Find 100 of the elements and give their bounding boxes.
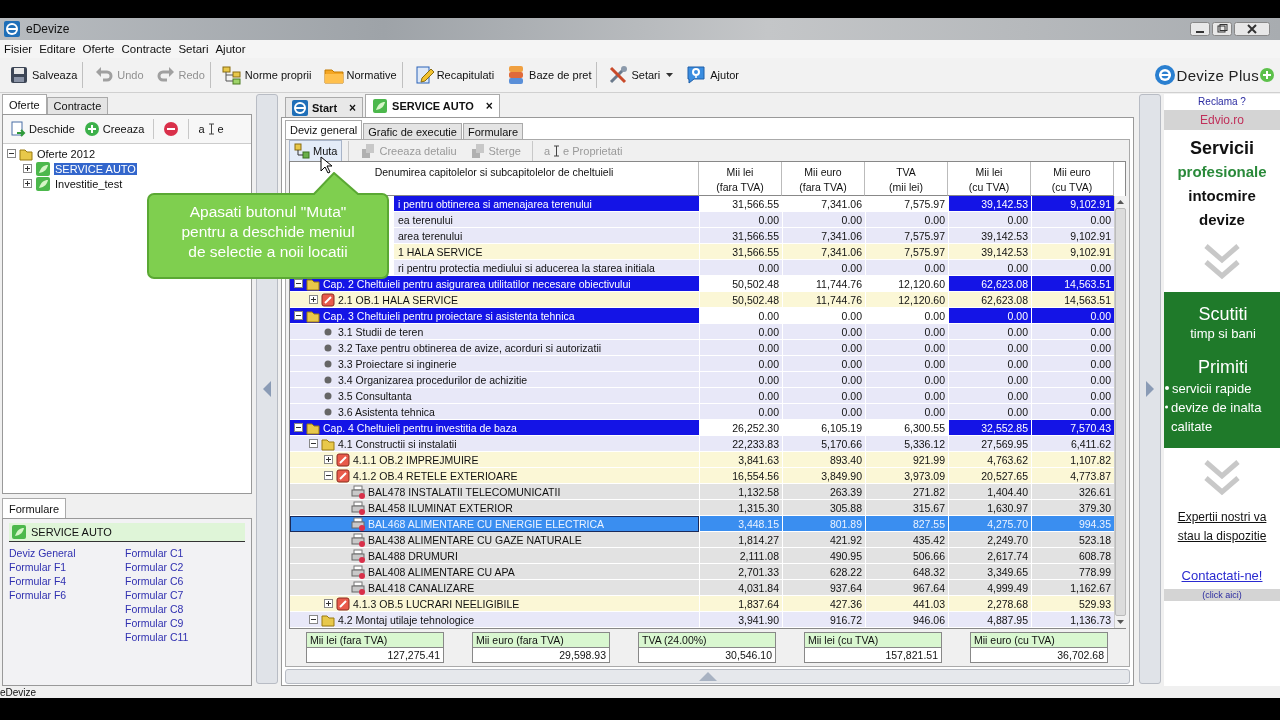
expand-toggle[interactable]: [309, 615, 318, 624]
tab[interactable]: Deviz general: [285, 120, 363, 139]
table-cell[interactable]: BAL418 CANALIZARE: [290, 580, 699, 596]
toolbar-button[interactable]: Norme proprii: [216, 62, 317, 88]
expand-toggle[interactable]: [7, 149, 16, 158]
menu-item[interactable]: Contracte: [121, 43, 172, 55]
close-button[interactable]: ×: [485, 99, 493, 113]
restore-button[interactable]: [1212, 22, 1232, 36]
expand-toggle[interactable]: [294, 279, 303, 288]
table-cell[interactable]: i pentru obtinerea si amenajarea terenului: [394, 196, 699, 212]
table-cell[interactable]: 4.2 Montaj utilaje tehnologice: [290, 612, 699, 628]
minimize-button[interactable]: [1190, 22, 1210, 36]
table-cell[interactable]: 4.1 Constructii si instalatii: [290, 436, 699, 452]
expand-toggle[interactable]: [309, 295, 318, 304]
table-cell[interactable]: 3.3 Proiectare si inginerie: [290, 356, 699, 372]
ad-link[interactable]: Expertii nostri va stau la dispozitie: [1176, 508, 1268, 546]
form-link[interactable]: Deviz General: [9, 546, 76, 560]
scroll-down-icon[interactable]: [1117, 620, 1124, 624]
table-cell[interactable]: 3.5 Consultanta: [290, 388, 699, 404]
tab[interactable]: Grafic de executie: [363, 123, 462, 139]
close-button[interactable]: ×: [349, 100, 357, 115]
table-cell[interactable]: BAL458 ILUMINAT EXTERIOR: [290, 500, 699, 516]
plus-icon: [1260, 68, 1274, 82]
table-cell: 893.40: [782, 452, 865, 468]
table-cell: 2,617.74: [948, 548, 1031, 564]
expand-toggle[interactable]: [294, 423, 303, 432]
tab[interactable]: SERVICE AUTO ×: [365, 94, 500, 117]
expand-toggle[interactable]: [23, 164, 32, 173]
table-cell[interactable]: 3.6 Asistenta tehnica: [290, 404, 699, 420]
toolbar-button[interactable]: Creeaza: [80, 119, 148, 139]
menu-item[interactable]: Editare: [39, 43, 76, 55]
ad-headline: profesionale: [1177, 162, 1267, 182]
table-cell: 1,136.73: [1031, 612, 1114, 628]
add-icon: [83, 121, 100, 137]
toolbar-button[interactable]: Ajutor: [680, 61, 744, 89]
expand-toggle[interactable]: [294, 311, 303, 320]
scroll-up-icon[interactable]: [1117, 200, 1124, 204]
expand-toggle[interactable]: [324, 455, 333, 464]
form-link[interactable]: Formular F1: [9, 560, 67, 574]
menu-item[interactable]: Fisier: [4, 43, 33, 55]
table-cell[interactable]: Cap. 3 Cheltuieli pentru proiectare si asistenta tehnica: [290, 308, 699, 324]
form-link[interactable]: Formular C6: [125, 574, 184, 588]
menu-item[interactable]: Setari: [178, 43, 209, 55]
table-cell[interactable]: ea terenului: [394, 212, 699, 228]
expand-toggle[interactable]: [324, 599, 333, 608]
object-icon: [336, 452, 350, 467]
expand-toggle[interactable]: [309, 439, 318, 448]
close-button[interactable]: [1234, 22, 1270, 36]
printer-icon: [351, 548, 365, 563]
offer-title: SERVICE AUTO: [31, 526, 112, 538]
table-cell[interactable]: 3.1 Studii de teren: [290, 324, 699, 340]
expand-toggle[interactable]: [324, 471, 333, 480]
toolbar-button[interactable]: Baze de pret: [501, 62, 598, 88]
menu-item[interactable]: Ajutor: [215, 43, 246, 55]
table-cell[interactable]: BAL408 ALIMENTARE CU APA: [290, 564, 699, 580]
table-cell[interactable]: ri pentru protectia mediului si aducerea la starea initiala: [394, 260, 699, 276]
tab[interactable]: Contracte: [46, 97, 109, 114]
form-link[interactable]: Formular C11: [125, 630, 189, 644]
contact-link[interactable]: Contactati-ne!: [1181, 568, 1263, 583]
table-cell[interactable]: 1 HALA SERVICE: [394, 244, 699, 260]
table-cell[interactable]: 3.2 Taxe pentru obtinerea de avize, acorduri si autorizatii: [290, 340, 699, 356]
rename-button[interactable]: a e: [195, 121, 227, 137]
toolbar-button[interactable]: Normative: [318, 62, 403, 88]
tree-item[interactable]: Investitie_test: [54, 177, 124, 190]
table-cell[interactable]: BAL478 INSTALATII TELECOMUNICATII: [290, 484, 699, 500]
toolbar-button[interactable]: Deschide: [7, 119, 78, 139]
tab[interactable]: Oferte: [2, 94, 47, 114]
toolbar-button[interactable]: Salveaza: [4, 62, 84, 88]
form-link[interactable]: Formular F4: [9, 574, 67, 588]
table-cell: 0.00: [948, 260, 1031, 276]
click-link[interactable]: (click aici): [1164, 589, 1280, 601]
form-link[interactable]: Formular C8: [125, 602, 184, 616]
form-link[interactable]: Formular C7: [125, 588, 184, 602]
table-cell[interactable]: 4.1.3 OB.5 LUCRARI NEELIGIBILE: [290, 596, 699, 612]
table-cell[interactable]: area terenului: [394, 228, 699, 244]
menu-item[interactable]: Oferte: [82, 43, 115, 55]
table-cell[interactable]: 3.4 Organizarea procedurilor de achizitie: [290, 372, 699, 388]
form-link[interactable]: Formular F6: [9, 588, 67, 602]
table-cell[interactable]: 2.1 OB.1 HALA SERVICE: [290, 292, 699, 308]
ad-link[interactable]: Reclama ?: [1198, 96, 1246, 107]
tab[interactable]: Formulare: [2, 498, 67, 518]
table-cell: 916.72: [782, 612, 865, 628]
tree-item[interactable]: SERVICE AUTO: [54, 162, 137, 175]
table-cell[interactable]: BAL438 ALIMENTARE CU GAZE NATURALE: [290, 532, 699, 548]
table-cell: 0.00: [948, 404, 1031, 420]
table-cell[interactable]: BAL488 DRUMURI: [290, 548, 699, 564]
table-cell[interactable]: Cap. 4 Cheltuieli pentru investitia de baza: [290, 420, 699, 436]
form-link[interactable]: Formular C9: [125, 616, 184, 630]
table-cell[interactable]: 4.1.1 OB.2 IMPREJMUIRE: [290, 452, 699, 468]
toolbar-button[interactable]: Recapitulati: [408, 62, 500, 88]
tab[interactable]: Formulare: [462, 123, 524, 139]
table-cell[interactable]: 4.1.2 OB.4 RETELE EXTERIOARE: [290, 468, 699, 484]
tab[interactable]: Start ×: [285, 97, 364, 117]
form-link[interactable]: Formular C2: [125, 560, 184, 574]
expand-toggle[interactable]: [23, 179, 32, 188]
toolbar-button[interactable]: Muta: [289, 139, 343, 162]
tree-item[interactable]: Oferte 2012: [36, 147, 97, 160]
toolbar-button[interactable]: Setari: [603, 62, 679, 88]
form-link[interactable]: Formular C1: [125, 546, 184, 560]
table-cell[interactable]: Cap. 2 Cheltuieli pentru asigurarea utilitatilor necesare obiectivului: [290, 276, 699, 292]
